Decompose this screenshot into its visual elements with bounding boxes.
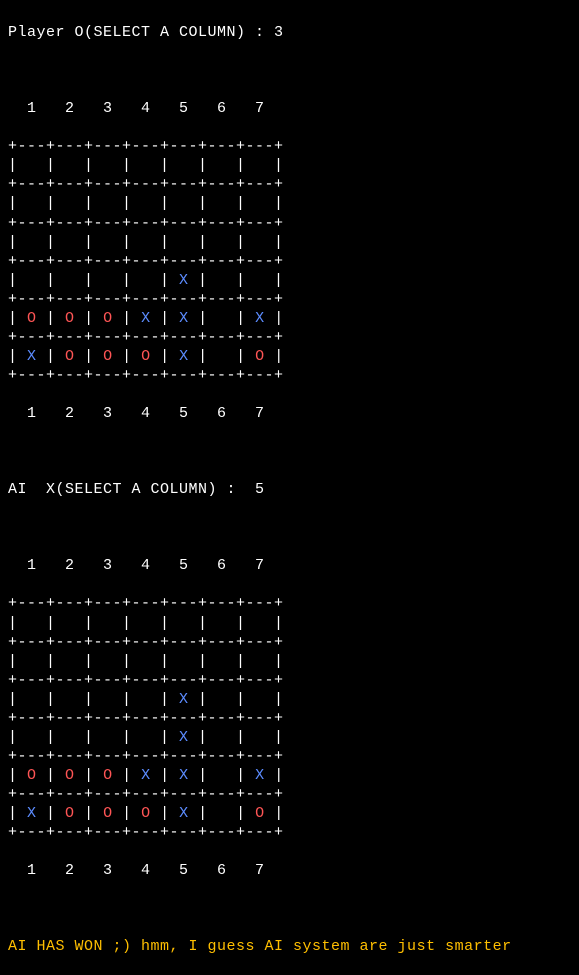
board-line: +---+---+---+---+---+---+---+ (8, 328, 571, 347)
win-message: AI HAS WON ;) hmm, I guess AI system are… (8, 937, 571, 956)
board-line: | | | | | | | | (8, 652, 571, 671)
board2: +---+---+---+---+---+---+---+| | | | | |… (8, 594, 571, 842)
board1-colheader-bottom: 1 2 3 4 5 6 7 (8, 404, 571, 423)
board-line: +---+---+---+---+---+---+---+ (8, 175, 571, 194)
board1: +---+---+---+---+---+---+---+| | | | | |… (8, 137, 571, 385)
board-line: | | | | | | | | (8, 233, 571, 252)
board-line: +---+---+---+---+---+---+---+ (8, 823, 571, 842)
board-line: +---+---+---+---+---+---+---+ (8, 785, 571, 804)
blank (8, 61, 571, 80)
board-line: | | | | | X | | | (8, 690, 571, 709)
board-line: +---+---+---+---+---+---+---+ (8, 671, 571, 690)
player-prompt: Player O(SELECT A COLUMN) : 3 (8, 23, 571, 42)
board-line: | O | O | O | X | X | | X | (8, 766, 571, 785)
terminal-output: Player O(SELECT A COLUMN) : 3 1 2 3 4 5 … (0, 0, 579, 975)
board-line: | | | | | X | | | (8, 271, 571, 290)
blank (8, 518, 571, 537)
board-line: +---+---+---+---+---+---+---+ (8, 290, 571, 309)
board-line: +---+---+---+---+---+---+---+ (8, 214, 571, 233)
board-line: | X | O | O | O | X | | O | (8, 804, 571, 823)
board1-colheader-top: 1 2 3 4 5 6 7 (8, 99, 571, 118)
board-line: | X | O | O | O | X | | O | (8, 347, 571, 366)
board-line: +---+---+---+---+---+---+---+ (8, 709, 571, 728)
board-line: +---+---+---+---+---+---+---+ (8, 633, 571, 652)
board-line: | | | | | | | | (8, 614, 571, 633)
board-line: +---+---+---+---+---+---+---+ (8, 366, 571, 385)
blank (8, 442, 571, 461)
board-line: +---+---+---+---+---+---+---+ (8, 252, 571, 271)
board-line: | | | | | X | | | (8, 728, 571, 747)
board-line: | | | | | | | | (8, 156, 571, 175)
ai-prompt: AI X(SELECT A COLUMN) : 5 (8, 480, 571, 499)
board-line: +---+---+---+---+---+---+---+ (8, 137, 571, 156)
board2-colheader-bottom: 1 2 3 4 5 6 7 (8, 861, 571, 880)
board-line: +---+---+---+---+---+---+---+ (8, 594, 571, 613)
board2-colheader-top: 1 2 3 4 5 6 7 (8, 556, 571, 575)
blank (8, 899, 571, 918)
board-line: +---+---+---+---+---+---+---+ (8, 747, 571, 766)
board-line: | | | | | | | | (8, 194, 571, 213)
board-line: | O | O | O | X | X | | X | (8, 309, 571, 328)
